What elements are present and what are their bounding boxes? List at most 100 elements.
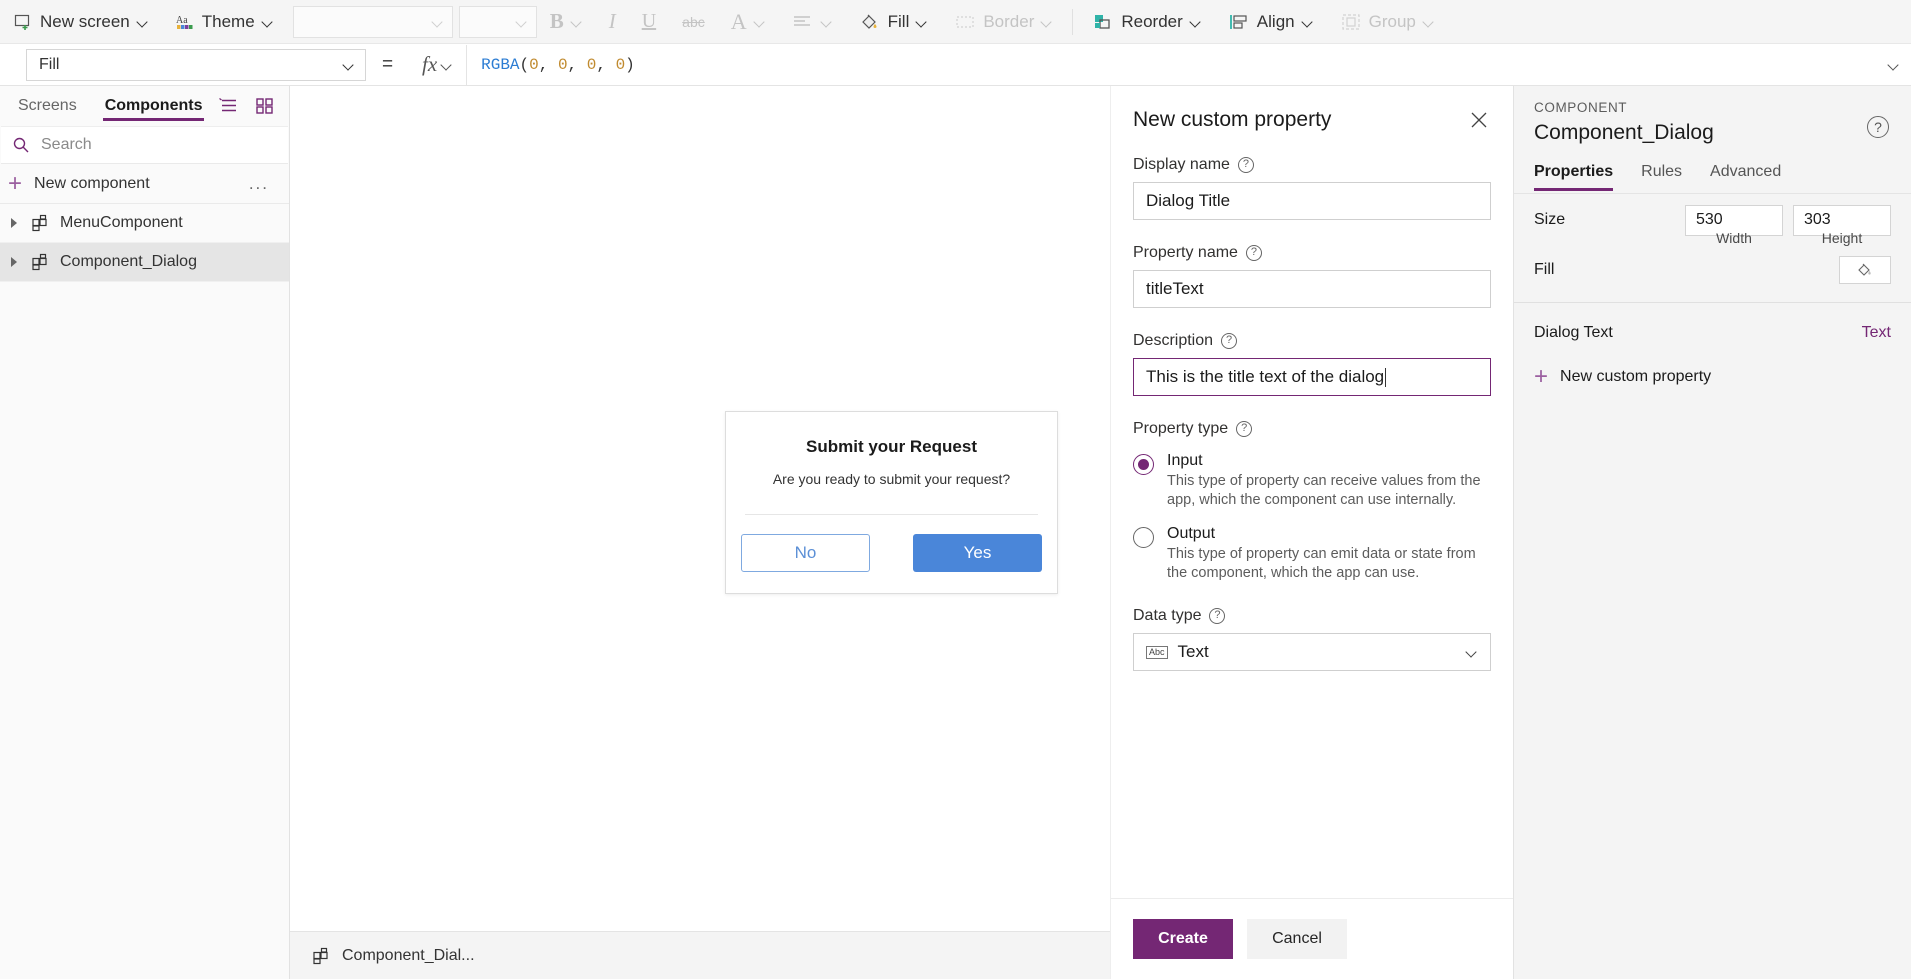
create-button[interactable]: Create (1133, 919, 1233, 959)
tree-item-menucomponent[interactable]: MenuComponent (0, 204, 289, 243)
new-screen-button[interactable]: New screen (0, 0, 162, 44)
radio-input-label: Input (1167, 452, 1203, 469)
chevron-down-icon (343, 59, 355, 71)
tab-properties[interactable]: Properties (1534, 163, 1629, 191)
help-icon[interactable]: ? (1867, 116, 1889, 138)
search-input[interactable]: Search (1, 126, 288, 164)
tab-screens[interactable]: Screens (6, 86, 89, 126)
search-icon (11, 135, 31, 155)
tab-advanced-label: Advanced (1710, 163, 1782, 180)
component-icon (31, 214, 51, 232)
formula-arg-1: 0 (557, 55, 568, 74)
panel-body: Display name ? Dialog Title Property nam… (1111, 132, 1513, 898)
chevron-right-icon[interactable] (8, 255, 22, 269)
formula-expand-button[interactable] (1877, 45, 1911, 85)
description-input[interactable]: This is the title text of the dialog (1133, 358, 1491, 396)
help-icon[interactable]: ? (1236, 421, 1253, 437)
formula-arg-0: 0 (529, 55, 539, 74)
list-view-icon[interactable] (218, 95, 240, 117)
new-custom-property-button[interactable]: + New custom property (1514, 355, 1911, 399)
tab-components[interactable]: Components (93, 86, 215, 126)
canvas-status-bar: Component_Dial... (290, 931, 1110, 979)
font-color-icon: A (730, 8, 747, 34)
panel-title: New custom property (1133, 108, 1332, 131)
data-type-label: Data type (1133, 607, 1202, 625)
fill-color-picker[interactable] (1839, 256, 1891, 284)
fx-button[interactable]: fx (409, 44, 468, 85)
font-family-select[interactable] (292, 5, 453, 38)
theme-button[interactable]: Aa Theme (162, 0, 287, 44)
align-button[interactable]: Align (1215, 0, 1327, 44)
font-color-button[interactable]: A (718, 0, 779, 44)
property-type-option-input[interactable]: Input This type of property can receive … (1133, 452, 1491, 511)
component-icon (312, 947, 332, 965)
bold-button[interactable]: B (537, 0, 596, 44)
tab-rules[interactable]: Rules (1641, 163, 1698, 191)
preview-no-button[interactable]: No (741, 534, 870, 572)
close-icon[interactable] (1467, 108, 1491, 132)
radio-output[interactable] (1133, 526, 1154, 548)
radio-input[interactable] (1133, 454, 1154, 475)
group-icon (1340, 12, 1362, 32)
size-row: Size 530 303 Width Height (1514, 194, 1911, 246)
italic-button[interactable]: I (596, 0, 629, 44)
custom-property-type[interactable]: Text (1862, 324, 1891, 342)
preview-yes-button[interactable]: Yes (913, 534, 1042, 572)
toolbar-divider (1072, 8, 1074, 35)
font-size-select[interactable] (458, 5, 537, 38)
display-name-input[interactable]: Dialog Title (1133, 182, 1491, 220)
tab-advanced[interactable]: Advanced (1710, 163, 1797, 191)
chevron-down-icon (916, 16, 928, 28)
properties-pane-tabs: Properties Rules Advanced (1514, 145, 1911, 191)
group-button[interactable]: Group (1327, 0, 1448, 44)
data-type-select[interactable]: Abc Text (1133, 633, 1491, 672)
property-name-input[interactable]: titleText (1133, 270, 1491, 308)
more-options-icon[interactable]: ... (249, 174, 289, 194)
formula-input[interactable]: RGBA(0, 0, 0, 0) (467, 45, 1877, 85)
radio-output-label: Output (1167, 524, 1216, 542)
property-select[interactable]: Fill (26, 48, 366, 81)
chevron-down-icon (821, 16, 833, 28)
new-custom-property-panel: New custom property Display name ? Dialo… (1110, 86, 1513, 979)
formula-arg-2: 0 (586, 55, 597, 74)
chevron-down-icon (1302, 16, 1314, 28)
chevron-down-icon (1041, 16, 1053, 28)
custom-property-row[interactable]: Dialog Text Text (1514, 311, 1911, 355)
theme-label: Theme (201, 11, 255, 31)
help-icon[interactable]: ? (1221, 333, 1238, 349)
grid-view-icon[interactable] (254, 95, 276, 117)
text-align-button[interactable] (779, 0, 846, 44)
tree-view-tools (218, 95, 294, 117)
underline-button[interactable]: U (629, 0, 669, 44)
cancel-button[interactable]: Cancel (1247, 919, 1347, 959)
property-name-label-row: Property name ? (1133, 244, 1491, 262)
help-icon[interactable]: ? (1237, 157, 1254, 173)
chevron-down-icon (1190, 16, 1202, 28)
border-label: Border (983, 11, 1035, 31)
new-component-button[interactable]: + New component ... (0, 164, 289, 204)
dialog-component-preview[interactable]: Submit your Request Are you ready to sub… (725, 411, 1058, 594)
fill-label: Fill (887, 11, 910, 31)
fill-bucket-icon (1855, 261, 1875, 279)
svg-text:Aa: Aa (176, 15, 188, 26)
chevron-down-icon (516, 16, 528, 28)
help-icon[interactable]: ? (1209, 608, 1226, 625)
tab-properties-label: Properties (1534, 163, 1614, 180)
chevron-down-icon (754, 16, 766, 28)
preview-dialog-subtitle: Are you ready to submit your request? (772, 471, 1011, 487)
status-bar-label: Component_Dial... (342, 946, 475, 964)
fill-bucket-icon (859, 12, 881, 32)
reorder-button[interactable]: Reorder (1079, 0, 1214, 44)
preview-button-row: No Yes (726, 515, 1057, 572)
property-type-option-output[interactable]: Output This type of property can emit da… (1133, 525, 1491, 584)
border-button[interactable]: Border (941, 0, 1066, 44)
fill-button[interactable]: Fill (846, 0, 942, 44)
panel-header: New custom property (1111, 86, 1513, 132)
design-canvas[interactable]: Submit your Request Are you ready to sub… (290, 86, 1110, 931)
chevron-right-icon[interactable] (8, 216, 22, 230)
custom-property-name: Dialog Text (1534, 324, 1613, 341)
properties-divider (1514, 302, 1911, 303)
help-icon[interactable]: ? (1245, 245, 1262, 261)
tree-item-component-dialog[interactable]: Component_Dialog (0, 243, 289, 282)
strikethrough-button[interactable]: abc (669, 0, 718, 44)
